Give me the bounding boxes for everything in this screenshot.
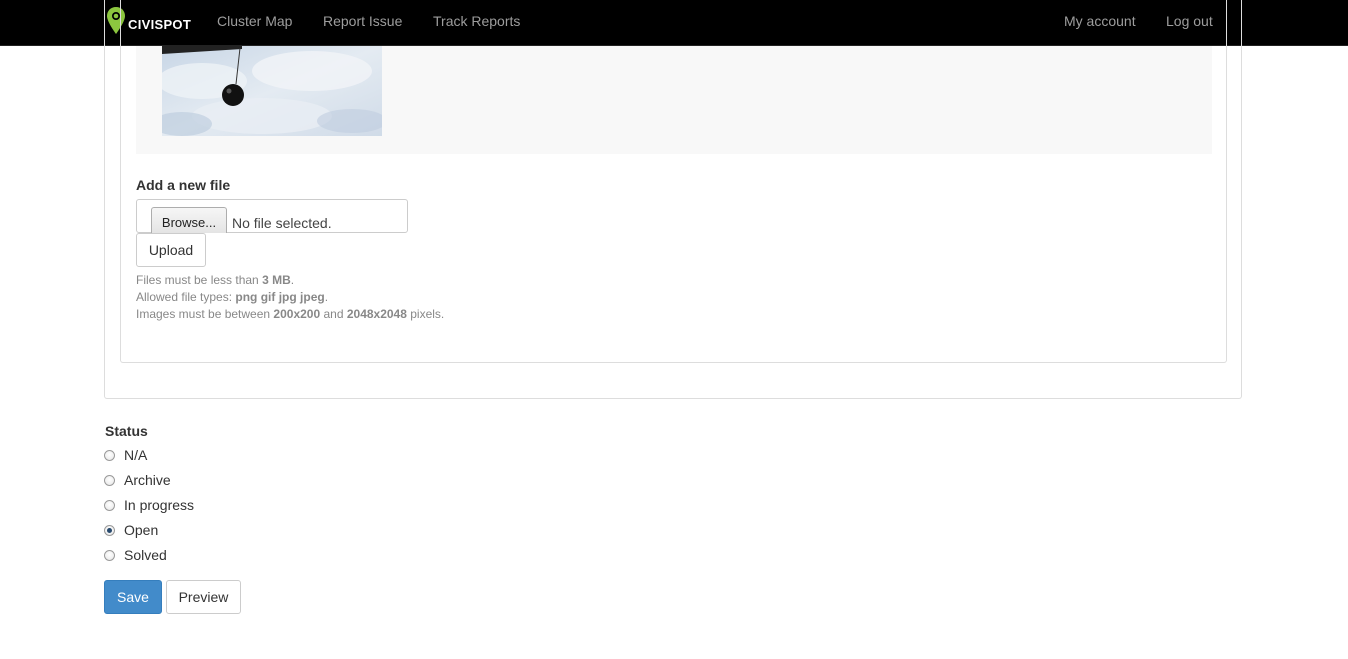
status-option-solved[interactable]: Solved (104, 545, 167, 565)
status-option-archive[interactable]: Archive (104, 470, 171, 490)
preview-button[interactable]: Preview (166, 580, 241, 614)
radio-in-progress[interactable] (104, 499, 115, 511)
help-image-dimensions: Images must be between 200x200 and 2048x… (136, 307, 445, 321)
add-file-label: Add a new file (136, 177, 231, 193)
radio-label[interactable]: In progress (124, 497, 194, 513)
radio-label[interactable]: Open (124, 522, 158, 538)
sky-photo-image (162, 46, 382, 136)
uploaded-image-thumbnail[interactable] (162, 46, 382, 136)
status-option-open[interactable]: Open (104, 520, 158, 540)
radio-label[interactable]: Archive (124, 472, 171, 488)
radio-label[interactable]: N/A (124, 447, 147, 463)
status-option-in-progress[interactable]: In progress (104, 495, 194, 515)
radio-label[interactable]: Solved (124, 547, 167, 563)
radio-archive[interactable] (104, 474, 115, 486)
file-input[interactable]: Browse... No file selected. (136, 199, 408, 233)
status-label: Status (105, 423, 148, 439)
radio-solved[interactable] (104, 549, 115, 561)
save-button[interactable]: Save (104, 580, 162, 614)
help-file-size: Files must be less than 3 MB. (136, 273, 295, 287)
browse-button[interactable]: Browse... (151, 207, 227, 233)
file-status-text: No file selected. (232, 215, 332, 231)
upload-button[interactable]: Upload (136, 233, 206, 267)
radio-open[interactable] (104, 524, 115, 536)
radio-na[interactable] (104, 449, 115, 461)
status-option-na[interactable]: N/A (104, 445, 147, 465)
help-file-types: Allowed file types: png gif jpg jpeg. (136, 290, 329, 304)
